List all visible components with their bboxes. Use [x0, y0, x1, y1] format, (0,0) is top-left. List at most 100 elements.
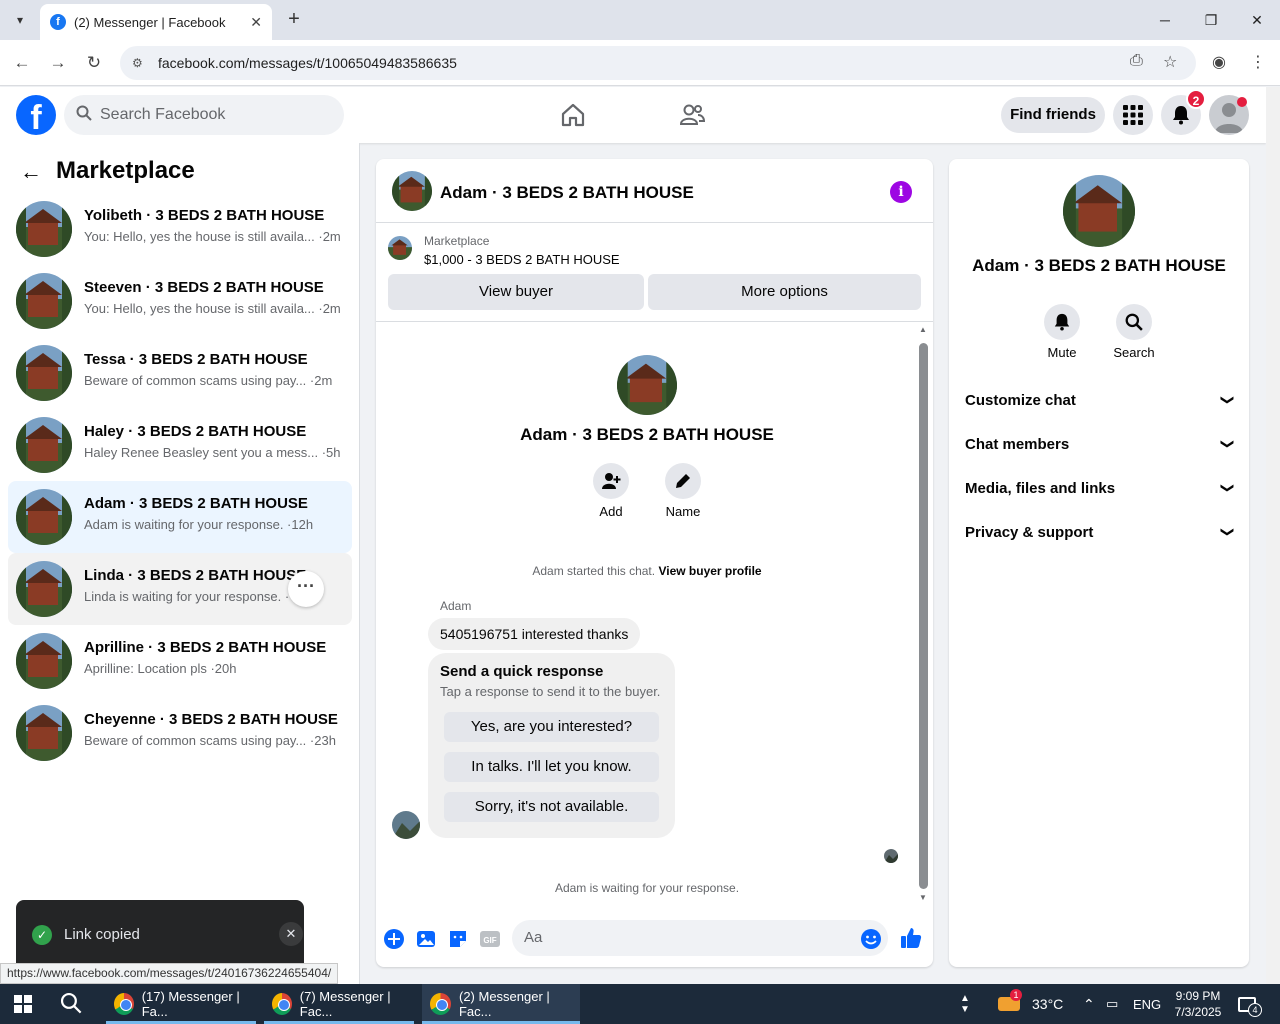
tab-close-icon[interactable]: ✕: [250, 14, 262, 31]
chrome-icon: [430, 993, 451, 1015]
back-button[interactable]: ←: [10, 51, 34, 75]
bell-icon: [1173, 106, 1189, 125]
browser-menu-icon[interactable]: ⋮: [1250, 52, 1266, 72]
section-label: Media, files and links: [965, 480, 1116, 497]
scroll-up-arrow[interactable]: ▲: [919, 325, 927, 334]
search-input[interactable]: Search Facebook: [64, 95, 344, 135]
taskbar-search-icon[interactable]: [60, 992, 82, 1020]
contact-profile-photo-large[interactable]: [1063, 175, 1135, 247]
notification-center-count: 4: [1248, 1002, 1262, 1017]
gif-icon[interactable]: GIF: [479, 928, 501, 950]
conversation-item[interactable]: Yolibeth · 3 BEDS 2 BATH HOUSE You: Hell…: [8, 193, 352, 265]
chat-members-section[interactable]: Chat members ❯: [965, 436, 1236, 453]
add-person-button[interactable]: [593, 463, 629, 499]
emoji-icon[interactable]: [860, 928, 882, 950]
conversation-item[interactable]: Tessa · 3 BEDS 2 BATH HOUSE Beware of co…: [8, 337, 352, 409]
sticker-icon[interactable]: [447, 928, 469, 950]
hidden-icons-chevron[interactable]: ⌃: [1083, 984, 1095, 1024]
close-toast-button[interactable]: ✕: [279, 922, 303, 946]
quick-response-button[interactable]: Sorry, it's not available.: [444, 792, 659, 822]
tab-title: (2) Messenger | Facebook: [74, 14, 226, 30]
conversation-item[interactable]: Linda · 3 BEDS 2 BATH HOUSE Linda is wai…: [8, 553, 352, 625]
conversation-item-active[interactable]: Adam · 3 BEDS 2 BATH HOUSE Adam is waiti…: [8, 481, 352, 553]
account-alert-dot: [1237, 97, 1247, 107]
photo-icon[interactable]: [415, 928, 437, 950]
forward-button[interactable]: →: [46, 51, 70, 75]
page-scrollbar[interactable]: [1266, 87, 1280, 984]
windows-start-icon[interactable]: [14, 995, 32, 1013]
listing-title[interactable]: $1,000 - 3 BEDS 2 BATH HOUSE: [424, 252, 620, 267]
taskbar-scroll-arrows[interactable]: ▲ ▼: [960, 984, 970, 1024]
restore-button[interactable]: ❐: [1188, 0, 1234, 40]
new-tab-button[interactable]: +: [282, 8, 306, 32]
minimize-button[interactable]: ─: [1142, 0, 1188, 40]
network-icon[interactable]: ▭: [1106, 984, 1118, 1024]
clock[interactable]: 9:09 PM 7/3/2025: [1168, 984, 1228, 1024]
taskbar-chrome-window[interactable]: (7) Messenger | Fac...: [264, 984, 414, 1024]
chevron-down-icon: ❯: [1220, 438, 1236, 450]
back-arrow-icon[interactable]: ←: [20, 159, 42, 185]
friends-icon[interactable]: [678, 101, 706, 129]
conversation-preview: Haley Renee Beasley sent you a mess... ·…: [84, 445, 341, 460]
media-files-links-section[interactable]: Media, files and links ❯: [965, 480, 1236, 497]
conversation-item[interactable]: Aprilline · 3 BEDS 2 BATH HOUSE Aprillin…: [8, 625, 352, 697]
taskbar-chrome-window-active[interactable]: (2) Messenger | Fac...: [422, 984, 580, 1024]
section-label: Chat members: [965, 436, 1070, 453]
chat-started-notice: Adam started this chat. View buyer profi…: [376, 564, 918, 578]
conversation-options-button[interactable]: ···: [288, 571, 324, 607]
house-thumbnail: [16, 633, 72, 689]
plus-circle-icon[interactable]: [383, 928, 405, 950]
pencil-icon: [676, 474, 690, 488]
conversation-item[interactable]: Haley · 3 BEDS 2 BATH HOUSE Haley Renee …: [8, 409, 352, 481]
tab-search-menu-button[interactable]: ▾: [8, 8, 32, 32]
site-info-icon[interactable]: ⚙: [132, 56, 150, 70]
more-options-button[interactable]: More options: [648, 274, 921, 310]
conversation-item[interactable]: Cheyenne · 3 BEDS 2 BATH HOUSE Beware of…: [8, 697, 352, 769]
conversation-name: Tessa · 3 BEDS 2 BATH HOUSE: [84, 351, 308, 368]
chrome-icon: [272, 993, 292, 1015]
home-icon[interactable]: [559, 101, 587, 129]
name-label: Name: [665, 504, 701, 519]
customize-chat-section[interactable]: Customize chat ❯: [965, 392, 1236, 409]
profile-icon[interactable]: ◉: [1212, 52, 1226, 72]
install-app-icon[interactable]: ⎙: [1130, 52, 1143, 70]
quick-response-button[interactable]: Yes, are you interested?: [444, 712, 659, 742]
url-text: facebook.com/messages/t/1006504948358663…: [158, 55, 457, 71]
conversation-name: Linda · 3 BEDS 2 BATH HOUSE: [84, 567, 307, 584]
address-bar[interactable]: ⚙ facebook.com/messages/t/10065049483586…: [120, 46, 1196, 80]
language-indicator[interactable]: ENG: [1133, 984, 1161, 1024]
info-icon[interactable]: i: [890, 181, 912, 203]
facebook-logo[interactable]: f: [16, 95, 56, 135]
chat-avatar[interactable]: [392, 171, 432, 211]
conversation-item[interactable]: Steeven · 3 BEDS 2 BATH HOUSE You: Hello…: [8, 265, 352, 337]
mute-button[interactable]: [1044, 304, 1080, 340]
add-person-icon: [602, 473, 621, 489]
menu-grid-button[interactable]: [1113, 95, 1153, 135]
chevron-down-icon: ❯: [1220, 526, 1236, 538]
search-icon: [76, 105, 92, 125]
action-center-button[interactable]: 4: [1238, 984, 1262, 1024]
find-friends-button[interactable]: Find friends: [1001, 97, 1105, 133]
svg-text:GIF: GIF: [483, 936, 496, 945]
quick-response-button[interactable]: In talks. I'll let you know.: [444, 752, 659, 782]
search-label: Search: [1113, 345, 1155, 360]
close-window-button[interactable]: ✕: [1234, 0, 1280, 40]
privacy-support-section[interactable]: Privacy & support ❯: [965, 524, 1236, 541]
chat-title[interactable]: Adam · 3 BEDS 2 BATH HOUSE: [440, 183, 694, 203]
search-chat-button[interactable]: [1116, 304, 1152, 340]
reload-button[interactable]: ↻: [82, 51, 106, 75]
bookmark-star-icon[interactable]: ☆: [1163, 52, 1177, 72]
taskbar-chrome-window[interactable]: (17) Messenger | Fa...: [106, 984, 256, 1024]
view-buyer-profile-link[interactable]: View buyer profile: [658, 564, 761, 578]
house-thumbnail: [16, 417, 72, 473]
browser-tab-active[interactable]: f (2) Messenger | Facebook ✕: [40, 4, 272, 40]
edit-name-button[interactable]: [665, 463, 701, 499]
scroll-down-arrow[interactable]: ▼: [919, 893, 927, 902]
message-bubble[interactable]: 5405196751 interested thanks: [428, 618, 641, 650]
chat-scrollbar[interactable]: [919, 343, 928, 889]
message-input[interactable]: Aa: [512, 920, 888, 956]
weather-widget[interactable]: 1 33°C: [998, 984, 1063, 1024]
view-buyer-button[interactable]: View buyer: [388, 274, 644, 310]
chevron-down-icon: ❯: [1220, 394, 1236, 406]
like-thumb-icon[interactable]: [899, 926, 923, 950]
